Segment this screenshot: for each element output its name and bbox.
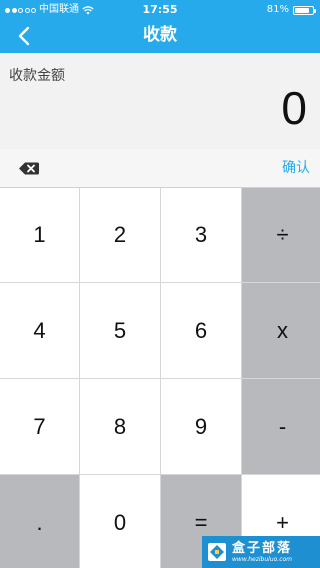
amount-display: 收款金额 0 — [0, 53, 320, 150]
key-decimal[interactable]: . — [0, 475, 79, 568]
keypad-toolbar: 确认 — [0, 149, 320, 188]
delete-button[interactable] — [14, 156, 44, 180]
battery-icon — [293, 5, 316, 15]
amount-value: 0 — [281, 82, 307, 134]
key-7[interactable]: 7 — [0, 379, 79, 474]
key-6[interactable]: 6 — [161, 283, 241, 378]
key-3[interactable]: 3 — [161, 188, 241, 282]
status-bar: 中国联通 17:55 81% — [0, 0, 320, 20]
key-0[interactable]: 0 — [80, 475, 160, 568]
key-1[interactable]: 1 — [0, 188, 79, 282]
confirm-button[interactable]: 确认 — [282, 149, 310, 187]
watermark-brand: 盒子部落 — [232, 540, 293, 556]
watermark: 盒子部落 www.hezibuluo.com — [202, 536, 320, 568]
page-title: 收款 — [143, 25, 177, 45]
watermark-url: www.hezibuluo.com — [232, 555, 293, 563]
key-5[interactable]: 5 — [80, 283, 160, 378]
keypad: 1 2 3 ÷ 4 5 6 x 7 8 9-. 0 = + — [0, 188, 320, 568]
amount-label: 收款金额 — [9, 68, 65, 84]
payment-collection-screen: 中国联通 17:55 81% 收款 收款金额 0 确认 1 2 3 ÷ 4 5 … — [0, 0, 320, 568]
key-4[interactable]: 4 — [0, 283, 79, 378]
key-8[interactable]: 8 — [80, 379, 160, 474]
battery-percent: 81% — [266, 4, 289, 15]
key-divide[interactable]: ÷ — [242, 188, 320, 282]
battery-level-fill — [295, 7, 309, 13]
key-2[interactable]: 2 — [80, 188, 160, 282]
watermark-logo-icon — [208, 543, 226, 561]
key-multiply[interactable]: x — [242, 283, 320, 378]
status-right: 81% — [266, 0, 316, 20]
key-subtract[interactable]: - — [242, 379, 320, 474]
chevron-left-icon — [18, 26, 30, 46]
backspace-icon — [19, 162, 39, 174]
key-9[interactable]: 9 — [161, 379, 241, 474]
